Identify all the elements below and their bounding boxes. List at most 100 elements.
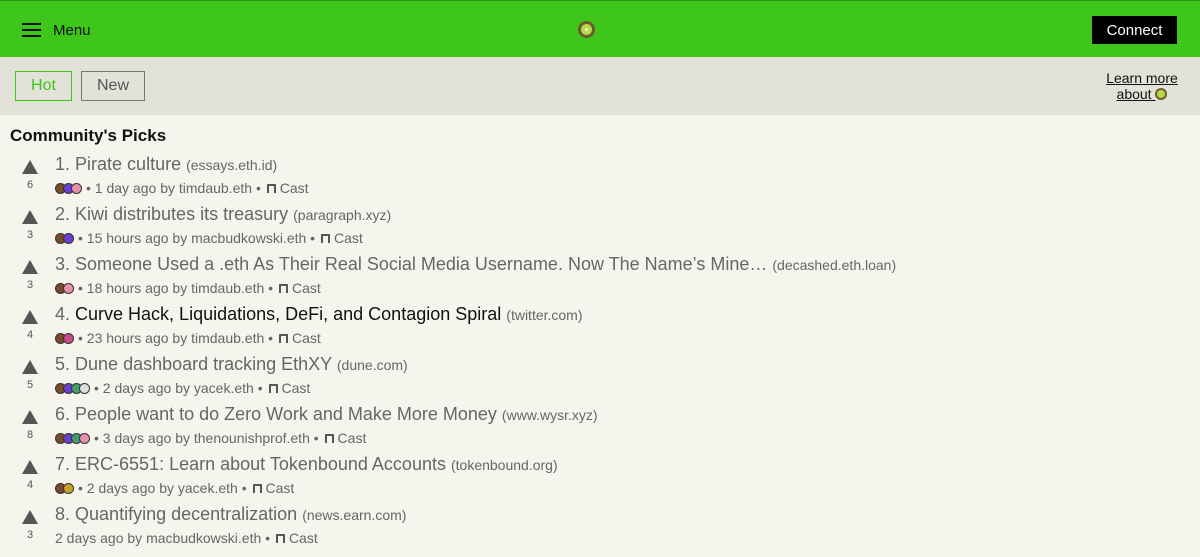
story-title-link[interactable]: Kiwi distributes its treasury — [75, 204, 288, 224]
story-headline: 6. People want to do Zero Work and Make … — [55, 404, 598, 425]
upvote-arrow-icon — [22, 310, 38, 324]
story-author-link[interactable]: timdaub.eth — [179, 180, 252, 196]
story-title-link[interactable]: People want to do Zero Work and Make Mor… — [75, 404, 497, 424]
story-time[interactable]: 2 days ago — [103, 380, 172, 396]
voter-avatars — [55, 182, 82, 194]
story-domain: (essays.eth.id) — [186, 157, 278, 173]
story-headline: 5. Dune dashboard tracking EthXY (dune.c… — [55, 354, 408, 375]
story-author-link[interactable]: yacek.eth — [194, 380, 254, 396]
connect-button[interactable]: Connect — [1092, 16, 1177, 44]
feed-tab-bar: Hot New Learn more about — [0, 57, 1200, 115]
vote-count: 4 — [26, 479, 34, 491]
story-meta: • 15 hours ago by macbudkowski.eth • Cas… — [55, 230, 363, 246]
cast-link[interactable]: Cast — [292, 330, 321, 346]
farcaster-icon — [278, 333, 288, 343]
avatar — [79, 432, 90, 444]
separator-dot: • — [310, 230, 316, 246]
cast-link[interactable]: Cast — [280, 180, 309, 196]
story-headline: 3. Someone Used a .eth As Their Real Soc… — [55, 254, 896, 275]
story-title-link[interactable]: Dune dashboard tracking EthXY — [75, 354, 332, 374]
story-headline: 8. Quantifying decentralization (news.ea… — [55, 504, 406, 525]
story-time[interactable]: 1 day ago — [95, 180, 157, 196]
story-title-link[interactable]: Quantifying decentralization — [75, 504, 297, 524]
story-time[interactable]: 18 hours ago — [87, 280, 169, 296]
cast-link[interactable]: Cast — [334, 230, 363, 246]
farcaster-icon — [275, 533, 285, 543]
story-author-link[interactable]: thenounishprof.eth — [194, 430, 310, 446]
upvote-button[interactable]: 6 — [20, 160, 40, 200]
story-domain: (twitter.com) — [506, 307, 583, 323]
learn-more-line2: about — [1116, 86, 1152, 102]
story-row: 4 7. ERC-6551: Learn about Tokenbound Acc… — [0, 450, 1200, 500]
story-author-link[interactable]: yacek.eth — [178, 480, 238, 496]
by-label: by — [175, 430, 190, 446]
vote-count: 3 — [26, 229, 34, 241]
vote-count: 3 — [26, 529, 34, 541]
menu-label: Menu — [53, 21, 91, 39]
upvote-button[interactable]: 3 — [20, 210, 40, 250]
upvote-arrow-icon — [22, 410, 38, 424]
story-row: 8 6. People want to do Zero Work and Make… — [0, 400, 1200, 450]
avatar — [63, 482, 74, 494]
story-title-link[interactable]: Pirate culture — [75, 154, 181, 174]
voter-avatars — [55, 282, 74, 294]
separator-dot: • — [241, 480, 247, 496]
story-author-link[interactable]: timdaub.eth — [191, 280, 264, 296]
story-author-link[interactable]: macbudkowski.eth — [146, 530, 261, 546]
vote-count: 8 — [26, 429, 34, 441]
separator-dot: • — [94, 380, 103, 396]
story-time[interactable]: 15 hours ago — [87, 230, 169, 246]
cast-link[interactable]: Cast — [292, 280, 321, 296]
by-label: by — [159, 480, 174, 496]
menu-button[interactable]: Menu — [22, 19, 91, 41]
story-row: 3 8. Quantifying decentralization (news.e… — [0, 500, 1200, 550]
upvote-button[interactable]: 3 — [20, 260, 40, 300]
story-title-link[interactable]: Curve Hack, Liquidations, DeFi, and Cont… — [75, 304, 501, 324]
story-author-link[interactable]: timdaub.eth — [191, 330, 264, 346]
top-bar: Menu Connect — [0, 0, 1200, 57]
cast-link[interactable]: Cast — [338, 430, 367, 446]
story-meta: • 1 day ago by timdaub.eth • Cast — [55, 180, 309, 196]
story-meta: • 3 days ago by thenounishprof.eth • Cas… — [55, 430, 366, 446]
story-time[interactable]: 23 hours ago — [87, 330, 169, 346]
story-time[interactable]: 2 days ago — [87, 480, 156, 496]
story-headline: 7. ERC-6551: Learn about Tokenbound Acco… — [55, 454, 558, 475]
avatar — [63, 282, 74, 294]
story-author-link[interactable]: macbudkowski.eth — [191, 230, 306, 246]
vote-count: 3 — [26, 279, 34, 291]
tab-hot[interactable]: Hot — [15, 71, 72, 101]
separator-dot: • — [265, 530, 271, 546]
separator-dot: • — [313, 430, 319, 446]
story-rank: 6. — [55, 404, 71, 424]
upvote-button[interactable]: 8 — [20, 410, 40, 450]
avatar — [71, 182, 82, 194]
upvote-button[interactable]: 4 — [20, 460, 40, 500]
story-time[interactable]: 2 days ago — [55, 530, 124, 546]
voter-avatars — [55, 382, 90, 394]
by-label: by — [127, 530, 143, 546]
tab-new[interactable]: New — [81, 71, 145, 101]
separator-dot: • — [94, 430, 103, 446]
cast-link[interactable]: Cast — [266, 480, 295, 496]
vote-count: 5 — [26, 379, 34, 391]
upvote-button[interactable]: 3 — [20, 510, 40, 550]
cast-link[interactable]: Cast — [289, 530, 318, 546]
by-label: by — [160, 180, 175, 196]
story-time[interactable]: 3 days ago — [103, 430, 172, 446]
voter-avatars — [55, 332, 74, 344]
story-title-link[interactable]: Someone Used a .eth As Their Real Social… — [75, 254, 767, 274]
farcaster-icon — [252, 483, 262, 493]
story-rank: 2. — [55, 204, 71, 224]
learn-more-link[interactable]: Learn more about — [1096, 70, 1188, 102]
kiwi-icon[interactable] — [578, 21, 595, 38]
voter-avatars — [55, 232, 74, 244]
story-rank: 4. — [55, 304, 71, 324]
upvote-button[interactable]: 5 — [20, 360, 40, 400]
cast-link[interactable]: Cast — [282, 380, 311, 396]
story-title-link[interactable]: ERC-6551: Learn about Tokenbound Account… — [75, 454, 446, 474]
story-row: 4 4. Curve Hack, Liquidations, DeFi, and … — [0, 300, 1200, 350]
voter-avatars — [55, 432, 90, 444]
story-domain: (decashed.eth.loan) — [772, 257, 897, 273]
by-label: by — [172, 230, 188, 246]
upvote-button[interactable]: 4 — [20, 310, 40, 350]
